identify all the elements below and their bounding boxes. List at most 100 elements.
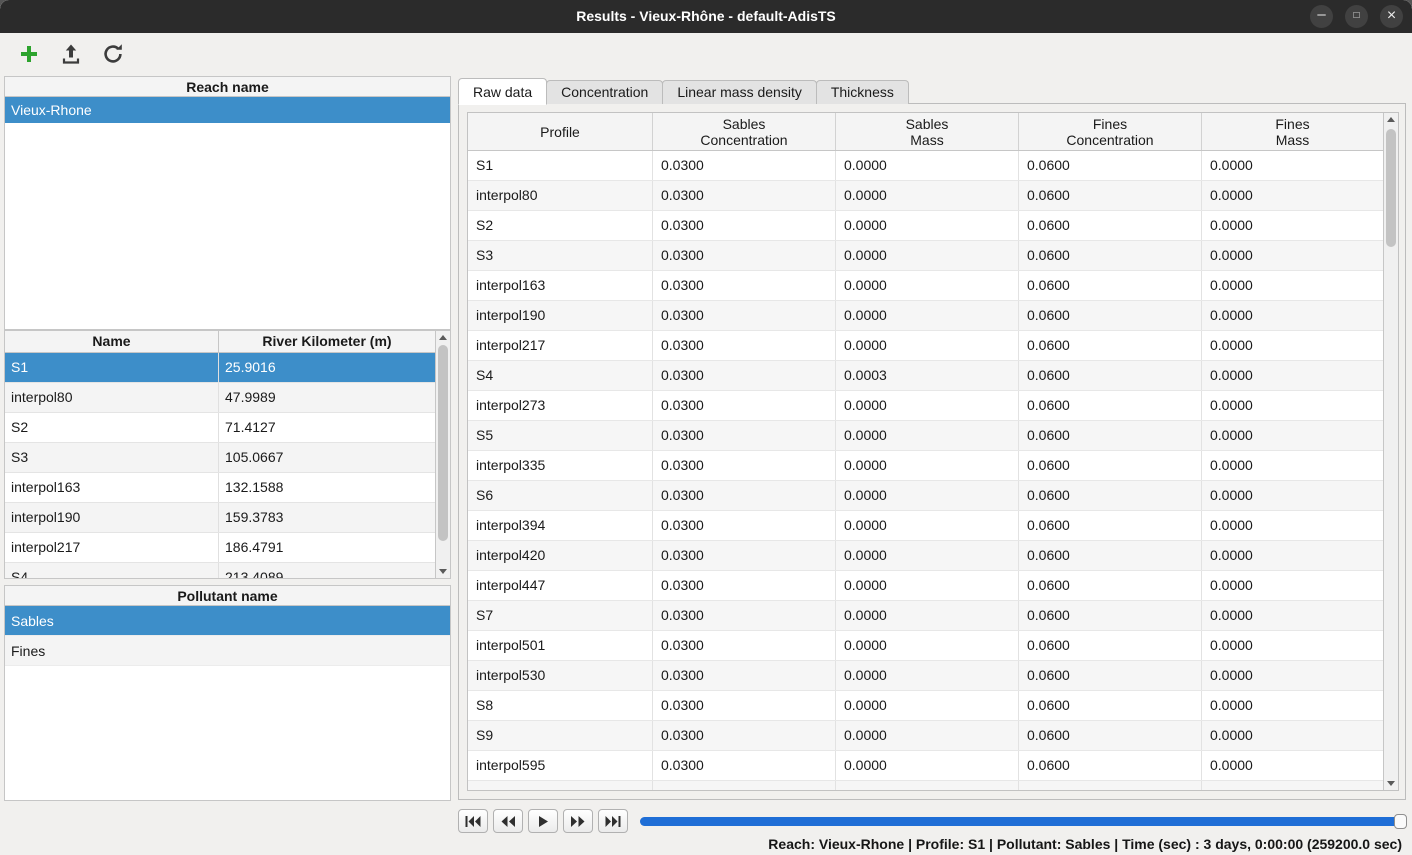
data-profile-cell: interpol80: [468, 181, 653, 210]
data-row[interactable]: S70.03000.00000.06000.0000: [468, 601, 1383, 631]
data-row[interactable]: interpol4470.03000.00000.06000.0000: [468, 571, 1383, 601]
data-column-header[interactable]: Sables Mass: [836, 113, 1019, 150]
profile-row[interactable]: interpol217186.4791: [5, 533, 435, 563]
data-table[interactable]: ProfileSables ConcentrationSables MassFi…: [467, 112, 1399, 791]
data-row[interactable]: interpol1630.03000.00000.06000.0000: [468, 271, 1383, 301]
profile-row[interactable]: interpol163132.1588: [5, 473, 435, 503]
data-value-cell: 0.0600: [1019, 601, 1202, 630]
tab-raw-data[interactable]: Raw data: [458, 78, 547, 105]
scroll-down-icon[interactable]: [1384, 777, 1398, 790]
data-column-header[interactable]: Sables Concentration: [653, 113, 836, 150]
rewind-button[interactable]: [493, 809, 523, 833]
profile-row[interactable]: interpol190159.3783: [5, 503, 435, 533]
close-button[interactable]: ×: [1380, 5, 1403, 28]
data-value-cell: 0.0600: [1019, 781, 1202, 790]
data-value-cell: 0.0600: [1019, 241, 1202, 270]
data-value-cell: 0.0000: [1202, 691, 1383, 720]
profile-row[interactable]: interpol8047.9989: [5, 383, 435, 413]
data-row[interactable]: interpol1900.03000.00000.06000.0000: [468, 301, 1383, 331]
maximize-button[interactable]: □: [1345, 5, 1368, 28]
data-row[interactable]: interpol2730.03000.00000.06000.0000: [468, 391, 1383, 421]
profiles-scrollbar[interactable]: [435, 331, 450, 578]
go-first-button[interactable]: [458, 809, 488, 833]
tab-thickness[interactable]: Thickness: [816, 80, 909, 104]
profiles-scrollbar-thumb[interactable]: [438, 345, 448, 541]
data-profile-cell: S5: [468, 421, 653, 450]
data-row[interactable]: interpol2170.03000.00000.06000.0000: [468, 331, 1383, 361]
pollutant-list[interactable]: SablesFines: [4, 606, 451, 801]
data-value-cell: 0.0300: [653, 421, 836, 450]
data-value-cell: 0.0300: [653, 211, 836, 240]
profile-name-cell: S1: [5, 353, 219, 382]
data-value-cell: 0.0000: [1202, 211, 1383, 240]
data-row[interactable]: S30.03000.00000.06000.0000: [468, 241, 1383, 271]
scroll-up-icon[interactable]: [436, 331, 450, 344]
profiles-column-header[interactable]: Name: [5, 331, 219, 352]
add-button[interactable]: [12, 37, 46, 71]
tab-linear-mass-density[interactable]: Linear mass density: [662, 80, 817, 104]
window-title: Results - Vieux-Rhône - default-AdisTS: [0, 0, 1412, 33]
profile-row[interactable]: S3105.0667: [5, 443, 435, 473]
title-bar[interactable]: Results - Vieux-Rhône - default-AdisTS –…: [0, 0, 1412, 33]
data-column-header[interactable]: Profile: [468, 113, 653, 150]
play-button[interactable]: [528, 809, 558, 833]
data-value-cell: 0.0300: [653, 331, 836, 360]
data-row[interactable]: S10.03000.00000.06000.0000: [468, 151, 1383, 181]
refresh-button[interactable]: [96, 37, 130, 71]
data-row[interactable]: S100.03000.00000.06000.0000: [468, 781, 1383, 790]
data-row[interactable]: S90.03000.00000.06000.0000: [468, 721, 1383, 751]
data-row[interactable]: S60.03000.00000.06000.0000: [468, 481, 1383, 511]
fast-forward-button[interactable]: [563, 809, 593, 833]
data-value-cell: 0.0000: [836, 541, 1019, 570]
tab-concentration[interactable]: Concentration: [546, 80, 663, 104]
data-row[interactable]: interpol5950.03000.00000.06000.0000: [468, 751, 1383, 781]
data-row[interactable]: interpol3350.03000.00000.06000.0000: [468, 451, 1383, 481]
data-row[interactable]: interpol5300.03000.00000.06000.0000: [468, 661, 1383, 691]
reach-item[interactable]: Vieux-Rhone: [5, 97, 450, 123]
data-value-cell: 0.0300: [653, 271, 836, 300]
minimize-button[interactable]: –: [1310, 5, 1333, 28]
data-row[interactable]: S80.03000.00000.06000.0000: [468, 691, 1383, 721]
profiles-column-header[interactable]: River Kilometer (m): [219, 331, 435, 352]
refresh-icon: [101, 42, 125, 66]
data-profile-cell: interpol190: [468, 301, 653, 330]
pollutant-item[interactable]: Fines: [5, 636, 450, 666]
go-last-button[interactable]: [598, 809, 628, 833]
data-row[interactable]: interpol800.03000.00000.06000.0000: [468, 181, 1383, 211]
profile-row[interactable]: S125.9016: [5, 353, 435, 383]
pollutant-item[interactable]: Sables: [5, 606, 450, 636]
data-row[interactable]: S40.03000.00030.06000.0000: [468, 361, 1383, 391]
data-row[interactable]: S20.03000.00000.06000.0000: [468, 211, 1383, 241]
profile-name-cell: interpol80: [5, 383, 219, 412]
data-row[interactable]: S50.03000.00000.06000.0000: [468, 421, 1383, 451]
data-table-header: ProfileSables ConcentrationSables MassFi…: [468, 113, 1383, 151]
data-table-scrollbar-thumb[interactable]: [1386, 129, 1396, 247]
toolbar: [0, 33, 1412, 75]
profiles-table[interactable]: NameRiver Kilometer (m) S125.9016interpo…: [4, 330, 451, 579]
data-value-cell: 0.0600: [1019, 721, 1202, 750]
profile-name-cell: interpol217: [5, 533, 219, 562]
data-value-cell: 0.0600: [1019, 331, 1202, 360]
data-row[interactable]: interpol3940.03000.00000.06000.0000: [468, 511, 1383, 541]
data-row[interactable]: interpol4200.03000.00000.06000.0000: [468, 541, 1383, 571]
profiles-table-body: NameRiver Kilometer (m) S125.9016interpo…: [5, 331, 435, 578]
profile-row[interactable]: S4213.4089: [5, 563, 435, 578]
export-button[interactable]: [54, 37, 88, 71]
time-slider[interactable]: [640, 817, 1406, 826]
data-value-cell: 0.0000: [1202, 571, 1383, 600]
data-value-cell: 0.0300: [653, 391, 836, 420]
scroll-down-icon[interactable]: [436, 565, 450, 578]
data-column-header[interactable]: Fines Concentration: [1019, 113, 1202, 150]
reach-list[interactable]: Vieux-Rhone: [4, 97, 451, 330]
scroll-up-icon[interactable]: [1384, 113, 1398, 126]
time-slider-handle[interactable]: [1394, 814, 1407, 829]
data-value-cell: 0.0000: [1202, 481, 1383, 510]
data-value-cell: 0.0600: [1019, 451, 1202, 480]
data-column-header[interactable]: Fines Mass: [1202, 113, 1383, 150]
data-value-cell: 0.0000: [1202, 361, 1383, 390]
data-row[interactable]: interpol5010.03000.00000.06000.0000: [468, 631, 1383, 661]
data-table-scrollbar[interactable]: [1383, 113, 1398, 790]
data-value-cell: 0.0300: [653, 451, 836, 480]
data-value-cell: 0.0600: [1019, 361, 1202, 390]
profile-row[interactable]: S271.4127: [5, 413, 435, 443]
